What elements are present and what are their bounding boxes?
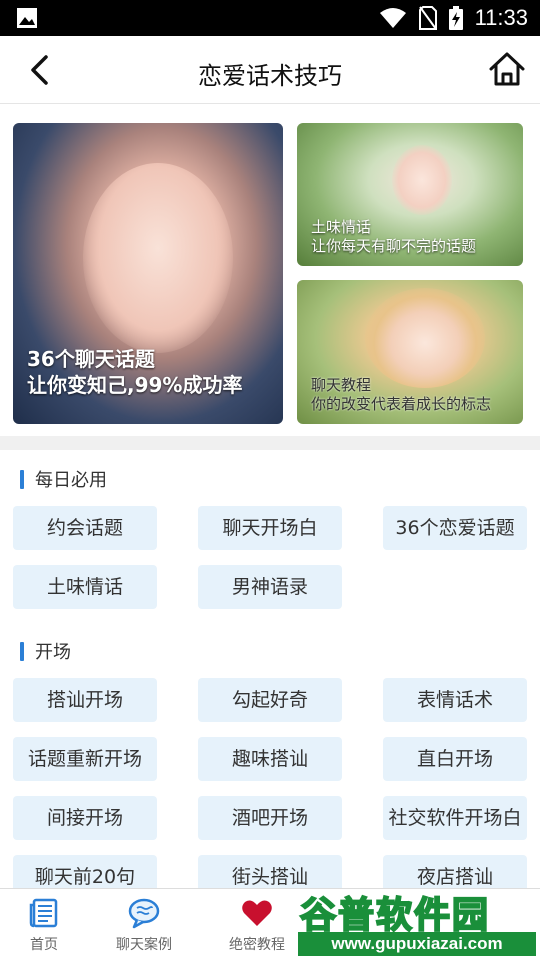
page-title: 恋爱话术技巧 [198, 62, 342, 90]
banner-caption-line1: 聊天教程 [311, 376, 372, 394]
banner-caption-line2: 让你每天有聊不完的话题 [311, 237, 477, 255]
tag-direct-opener[interactable]: 直白开场 [383, 737, 527, 781]
banner-grid: 36个聊天话题 让你变知己,99%成功率 土味情话 让你每天有聊不完的话题 聊天… [0, 104, 540, 436]
banner-card-chat-tutorial[interactable]: 聊天教程 你的改变代表着成长的标志 [297, 280, 523, 424]
nav-chat-cases[interactable]: 聊天案例 [84, 889, 204, 960]
tag-emoji-lines[interactable]: 表情话术 [383, 678, 527, 722]
tag-first-20-lines[interactable]: 聊天前20句 [13, 855, 157, 888]
clock: 11:33 [474, 5, 528, 30]
banner-caption-line2: 你的改变代表着成长的标志 [311, 395, 492, 413]
watermark-url: www.gupuxiazai.com [298, 932, 536, 956]
tag-chat-opener[interactable]: 聊天开场白 [198, 506, 342, 550]
section-accent-bar [20, 641, 24, 661]
portrait-image [365, 288, 485, 388]
category-list: 每日必用 约会话题 聊天开场白 36个恋爱话题 土味情话 男神语录 开场 搭讪开… [0, 450, 540, 888]
tag-spark-curiosity[interactable]: 勾起好奇 [198, 678, 342, 722]
section-accent-bar [20, 469, 24, 489]
tag-bar-opener[interactable]: 酒吧开场 [198, 796, 342, 840]
banner-card-chat-topics[interactable]: 36个聊天话题 让你变知己,99%成功率 [13, 123, 283, 424]
banner-caption-line2: 让你变知己,99%成功率 [27, 373, 243, 397]
section-title: 每日必用 [35, 470, 107, 491]
banner-caption-line1: 36个聊天话题 [27, 347, 155, 371]
no-sim-icon [418, 6, 437, 30]
tag-male-quotes[interactable]: 男神语录 [198, 565, 342, 609]
status-bar: 11:33 [0, 0, 540, 36]
wifi-icon [379, 8, 406, 28]
watermark: 谷普软件园 www.gupuxiazai.com [296, 884, 540, 960]
newspaper-icon [29, 898, 58, 928]
banner-caption: 土味情话 让你每天有聊不完的话题 [311, 218, 476, 256]
tag-reopen-topic[interactable]: 话题重新开场 [13, 737, 157, 781]
image-notification-icon [17, 8, 37, 28]
tag-fun-pickup[interactable]: 趣味搭讪 [198, 737, 342, 781]
title-bar: 恋爱话术技巧 [0, 36, 540, 104]
tag-date-topics[interactable]: 约会话题 [13, 506, 157, 550]
tag-pickup-opener[interactable]: 搭讪开场 [13, 678, 157, 722]
home-icon[interactable] [488, 50, 526, 88]
battery-charging-icon [448, 6, 463, 30]
section-header-daily: 每日必用 [20, 468, 107, 491]
tag-indirect-opener[interactable]: 间接开场 [13, 796, 157, 840]
section-divider [0, 436, 540, 450]
banner-caption: 36个聊天话题 让你变知己,99%成功率 [27, 346, 242, 398]
portrait-image [392, 145, 452, 215]
section-header-opening: 开场 [20, 640, 71, 663]
banner-caption-line1: 土味情话 [311, 218, 372, 236]
portrait-image [83, 163, 233, 353]
tag-36-love-topics[interactable]: 36个恋爱话题 [383, 506, 527, 550]
heart-icon [242, 900, 272, 926]
tag-social-app-opener[interactable]: 社交软件开场白 [383, 796, 527, 840]
tag-cheesy-lines[interactable]: 土味情话 [13, 565, 157, 609]
banner-card-cheesy-lines[interactable]: 土味情话 让你每天有聊不完的话题 [297, 123, 523, 266]
section-title: 开场 [35, 642, 71, 663]
chat-bubble-icon [128, 898, 160, 929]
banner-caption: 聊天教程 你的改变代表着成长的标志 [311, 376, 491, 414]
watermark-title: 谷普软件园 [299, 894, 491, 937]
nav-label: 聊天案例 [116, 937, 172, 953]
